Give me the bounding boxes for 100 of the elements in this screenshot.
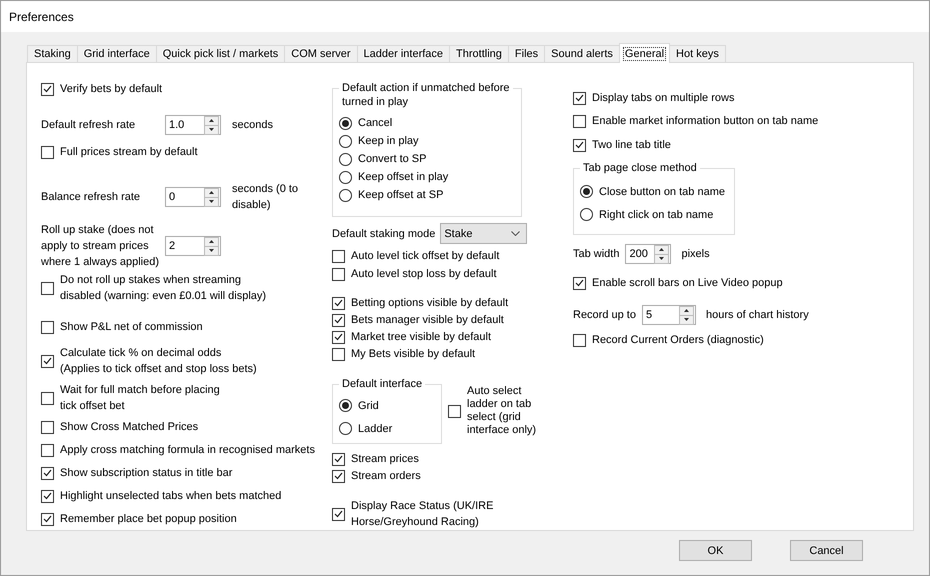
checkbox-label: Auto level stop loss by default (351, 267, 497, 282)
checkbox[interactable] (41, 512, 54, 526)
checkbox[interactable] (573, 138, 586, 152)
spin-up-button[interactable] (204, 188, 219, 198)
checkbox[interactable] (41, 444, 54, 456)
checkbox[interactable] (41, 392, 54, 404)
radio-label: Convert to SP (358, 152, 426, 167)
radio-button[interactable] (339, 170, 352, 184)
radio-button[interactable] (339, 188, 352, 202)
radio-label: Keep offset at SP (358, 188, 444, 203)
checkbox-label: Show subscription status in title bar (60, 466, 232, 481)
spin-up-button[interactable] (204, 236, 219, 246)
tab[interactable]: Hot keys (669, 45, 726, 63)
triangle-up-icon (209, 191, 214, 194)
checkbox[interactable] (332, 452, 345, 466)
triangle-down-icon (659, 257, 664, 260)
triangle-down-icon (209, 128, 214, 131)
checkbox-label: My Bets visible by default (351, 347, 476, 362)
checkbox-label: Record Current Orders (diagnostic) (592, 333, 764, 348)
group-title: Default action if unmatched before turned in play (339, 81, 513, 109)
dialog-button[interactable]: OK (679, 540, 752, 561)
number-field[interactable]: 2 (165, 236, 221, 256)
checkbox-label: Highlight unselected tabs when bets matched (60, 489, 282, 504)
checkbox[interactable] (332, 250, 345, 262)
radio-label: Keep offset in play (358, 170, 448, 185)
checkbox-label: Verify bets by default (60, 82, 162, 97)
spin-up-button[interactable] (678, 306, 694, 316)
checkbox[interactable] (41, 320, 54, 334)
number-field[interactable]: 5 (642, 305, 696, 325)
unit-label: hours of chart history (706, 308, 809, 323)
checkbox-label: Full prices stream by default (60, 145, 198, 160)
checkbox[interactable] (332, 268, 345, 280)
checkbox-label: Market tree visible by default (351, 330, 492, 345)
radio-button[interactable] (339, 399, 352, 412)
checkbox[interactable] (41, 420, 54, 434)
spin-down-button[interactable] (678, 314, 694, 324)
checkbox-label: Display Race Status (UK/IRE Horse/Greyhound Racing) (351, 499, 494, 530)
checkbox[interactable] (573, 276, 586, 290)
field-label: Record up to (573, 308, 636, 323)
triangle-down-icon (684, 318, 689, 321)
field-label: Roll up stake (does not apply to stream prices where 1 always applied) (41, 223, 160, 270)
triangle-up-icon (684, 309, 689, 312)
radio-button[interactable] (580, 208, 593, 221)
checkbox-label: Display tabs on multiple rows (592, 91, 734, 106)
number-field[interactable]: 1.0 (165, 115, 221, 135)
checkbox[interactable] (41, 466, 54, 480)
checkbox[interactable] (41, 282, 54, 294)
checkbox-label: Enable market information button on tab name (592, 114, 818, 129)
radio-button[interactable] (339, 422, 352, 435)
spin-down-button[interactable] (204, 124, 219, 134)
checkbox[interactable] (41, 82, 54, 96)
radio-button[interactable] (580, 185, 593, 198)
unit-label: seconds (0 to disable) (232, 182, 298, 213)
checkbox-label: Betting options visible by default (351, 296, 508, 311)
checkbox[interactable] (332, 470, 345, 482)
triangle-up-icon (659, 248, 664, 251)
spin-down-button[interactable] (204, 196, 219, 206)
checkbox-label: Stream prices (351, 452, 419, 467)
checkbox[interactable] (41, 490, 54, 502)
radio-label: Right click on tab name (599, 208, 714, 222)
checkbox-label: Calculate tick % on decimal odds (Applies to tick offset and stop loss bets) (60, 346, 257, 377)
checkbox[interactable] (41, 146, 54, 158)
tab[interactable]: Staking (27, 45, 78, 63)
spin-up-button[interactable] (654, 244, 670, 254)
checkbox-label: Remember place bet popup position (60, 512, 237, 527)
checkbox-label: Auto level tick offset by default (351, 249, 500, 264)
spin-up-button[interactable] (204, 116, 219, 126)
unit-label: pixels (681, 247, 710, 262)
number-field[interactable]: 200 (625, 244, 672, 264)
checkbox-label: Show Cross Matched Prices (60, 420, 198, 435)
dropdown[interactable]: Stake (440, 223, 528, 244)
checkbox-label: Bets manager visible by default (351, 313, 504, 328)
spin-down-button[interactable] (204, 246, 219, 256)
checkbox[interactable] (448, 404, 461, 418)
radio-button[interactable] (339, 134, 352, 148)
checkbox[interactable] (332, 314, 345, 326)
dialog-button[interactable]: Cancel (790, 540, 863, 561)
chevron-down-icon (511, 231, 520, 236)
checkbox-label: Two line tab title (592, 138, 671, 153)
radio-button[interactable] (339, 116, 352, 130)
checkbox[interactable] (332, 348, 345, 360)
checkbox[interactable] (332, 296, 345, 310)
checkbox[interactable] (573, 92, 586, 104)
field-label: Tab width (573, 247, 620, 262)
checkbox[interactable] (332, 508, 345, 520)
tab[interactable]: General (618, 43, 670, 63)
checkbox[interactable] (573, 334, 586, 346)
checkbox-label: Auto select ladder on tab select (grid interface only) (467, 385, 536, 437)
radio-label: Ladder (358, 422, 392, 436)
radio-button[interactable] (339, 152, 352, 166)
checkbox[interactable] (332, 330, 345, 344)
number-field[interactable]: 0 (165, 187, 221, 207)
checkbox[interactable] (573, 114, 586, 128)
spin-down-button[interactable] (654, 254, 670, 264)
checkbox-label: Enable scroll bars on Live Video popup (592, 276, 783, 291)
triangle-up-icon (209, 119, 214, 122)
checkbox-label: Do not roll up stakes when streaming disabled (warning: even £0.01 will display) (60, 273, 266, 304)
checkbox[interactable] (41, 354, 54, 368)
checkbox-label: Wait for full match before placing tick offset bet (60, 383, 220, 414)
dropdown-label: Default staking mode (332, 226, 436, 242)
